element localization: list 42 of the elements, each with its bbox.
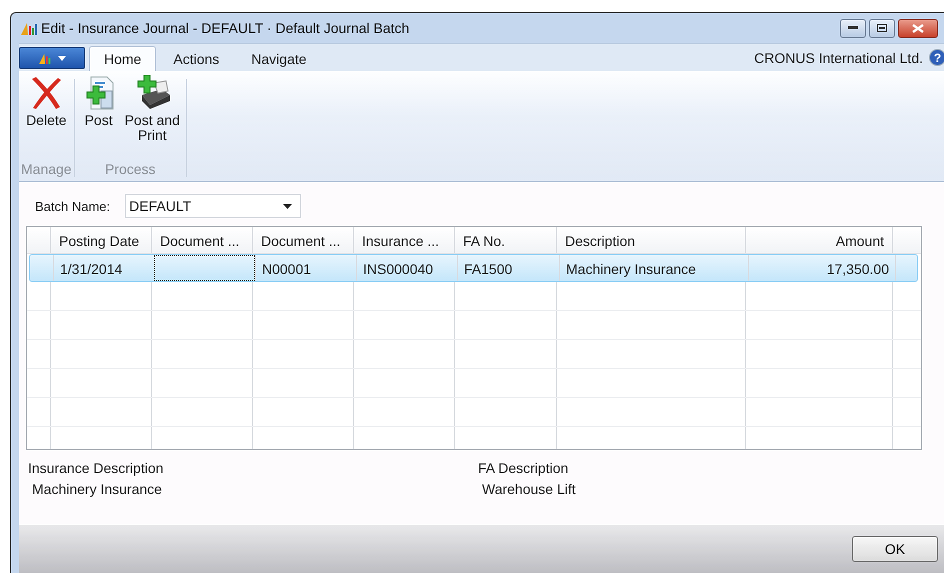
table-cell: 17,350.00 (748, 255, 895, 281)
column-header[interactable]: Insurance ... (353, 227, 454, 253)
detail-label: FA Description (478, 460, 570, 476)
table-cell: FA1500 (457, 255, 559, 281)
ribbon-group-label: Process (104, 161, 156, 177)
table-cell: 1/31/2014 (53, 255, 154, 281)
minimize-button[interactable] (840, 18, 866, 38)
ribbon-group-label: Manage (21, 161, 72, 177)
maximize-icon (877, 24, 887, 32)
batch-name-dropdown[interactable]: DEFAULT (125, 194, 302, 218)
detail-value: Machinery Insurance (32, 481, 163, 497)
ok-button[interactable]: OK (852, 536, 938, 562)
column-header[interactable]: FA No. (454, 227, 556, 253)
company-name: CRONUS International Ltd. (754, 50, 923, 66)
journal-row[interactable]: 1/31/2014 N00001 INS000040 FA1500 Machinery Insurance 17,350.00 (29, 254, 918, 282)
detail-value: Warehouse Lift (482, 481, 577, 497)
detail-label: Insurance Description (28, 460, 164, 476)
column-header[interactable]: Posting Date (50, 227, 151, 253)
ribbon-action[interactable]: Post and Print (120, 75, 184, 143)
ribbon-tab[interactable]: Navigate (236, 46, 322, 71)
column-header[interactable]: Description (556, 227, 745, 253)
table-cell: INS000040 (356, 255, 457, 281)
minimize-icon (848, 26, 858, 30)
ribbon-action[interactable]: Delete (22, 75, 71, 128)
maximize-button[interactable] (869, 18, 895, 38)
dropdown-arrow-icon (283, 204, 292, 208)
close-button[interactable] (898, 18, 938, 38)
ribbon-tab[interactable]: Home (89, 46, 156, 71)
close-icon (912, 24, 924, 32)
bar-chart-logo-icon (21, 21, 37, 35)
ribbon-tab[interactable]: Actions (158, 46, 234, 71)
application-menu-button[interactable] (19, 47, 85, 69)
table-cell: N00001 (255, 255, 356, 281)
column-header[interactable]: Amount (745, 227, 892, 253)
caret-icon (58, 56, 66, 60)
column-header[interactable]: Document ... (151, 227, 252, 253)
table-cell: Machinery Insurance (559, 255, 748, 281)
window-title: Edit - Insurance Journal - DEFAULT · Default Journal Batch (41, 20, 410, 36)
batch-name-label: Batch Name: (35, 198, 110, 214)
help-icon[interactable]: ? (929, 49, 944, 66)
column-header[interactable]: Document ... (252, 227, 353, 253)
ribbon-action[interactable]: Post (76, 75, 121, 128)
